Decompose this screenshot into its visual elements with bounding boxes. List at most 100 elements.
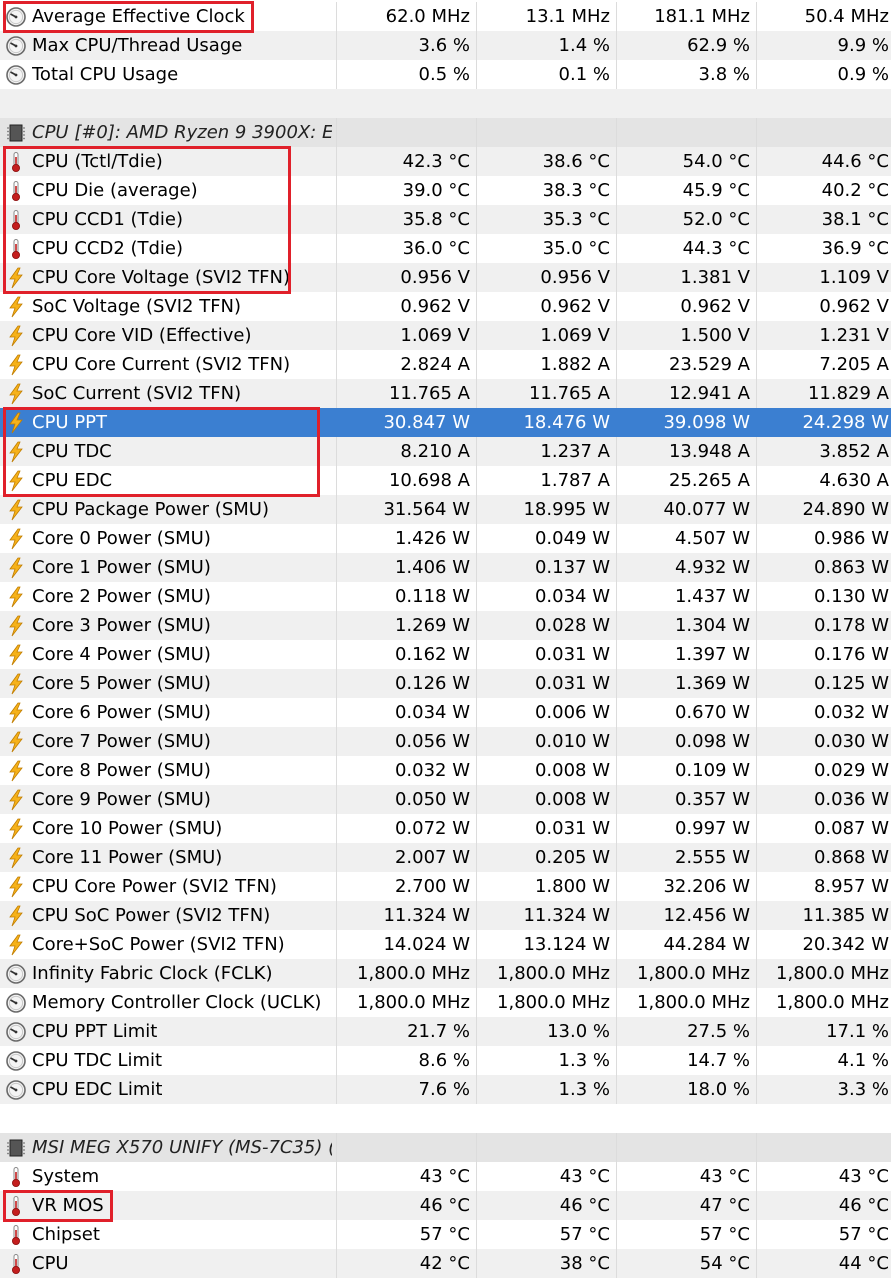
sensor-row-core-0-power-smu[interactable]: Core 0 Power (SMU) 1.426 W 0.049 W 4.507 W 0… [0,524,891,553]
lightning-bolt-icon [5,934,27,956]
sensor-name: CPU CCD1 (Tdie) [32,209,184,230]
sensor-name: CPU SoC Power (SVI2 TFN) [32,905,271,926]
average-value: 43 °C [838,1166,889,1187]
max-value: 39.098 W [663,412,750,433]
min-value: 18.476 W [523,412,610,433]
sensor-row-infinity-fabric-clock-fclk[interactable]: Infinity Fabric Clock (FCLK) 1,800.0 MHz 1… [0,959,891,988]
average-value: 3.852 A [819,441,889,462]
current-value: 43 °C [419,1166,470,1187]
sensor-name: SoC Current (SVI2 TFN) [32,383,242,404]
sensor-row-cpu-tctl-tdie[interactable]: CPU (Tctl/Tdie) 42.3 °C 38.6 °C 54.0 °C 44.6… [0,147,891,176]
sensor-row-core-soc-power-svi2-tfn[interactable]: Core+SoC Power (SVI2 TFN) 14.024 W 13.124 … [0,930,891,959]
lightning-bolt-icon [5,586,27,608]
min-value: 0.031 W [534,673,610,694]
current-value: 1,800.0 MHz [357,963,470,984]
average-value: 0.863 W [813,557,889,578]
sensor-row-vr-mos[interactable]: VR MOS 46 °C 46 °C 47 °C 46 °C [0,1191,891,1220]
sensor-row-core-1-power-smu[interactable]: Core 1 Power (SMU) 1.406 W 0.137 W 4.932 W 0… [0,553,891,582]
lightning-bolt-icon [5,557,27,579]
min-value: 1.4 % [558,35,610,56]
sensor-row-core-4-power-smu[interactable]: Core 4 Power (SMU) 0.162 W 0.031 W 1.397 W 0… [0,640,891,669]
sensor-row-cpu-die-average[interactable]: CPU Die (average) 39.0 °C 38.3 °C 45.9 °C 40… [0,176,891,205]
sensor-row-soc-voltage-svi2-tfn[interactable]: SoC Voltage (SVI2 TFN) 0.962 V 0.962 V 0.96… [0,292,891,321]
sensor-row-core-11-power-smu[interactable]: Core 11 Power (SMU) 2.007 W 0.205 W 2.555 W… [0,843,891,872]
sensor-row-cpu-soc-power-svi2-tfn[interactable]: CPU SoC Power (SVI2 TFN) 11.324 W 11.324 W… [0,901,891,930]
max-value: 52.0 °C [682,209,750,230]
min-value: 0.010 W [534,731,610,752]
min-value: 35.0 °C [542,238,610,259]
sensor-row-core-10-power-smu[interactable]: Core 10 Power (SMU) 0.072 W 0.031 W 0.997 W… [0,814,891,843]
sensor-row-cpu-tdc-limit[interactable]: CPU TDC Limit 8.6 % 1.3 % 14.7 % 4.1 % [0,1046,891,1075]
sensor-row-cpu-ccd1-tdie[interactable]: CPU CCD1 (Tdie) 35.8 °C 35.3 °C 52.0 °C 38.1… [0,205,891,234]
sensor-row-cpu-ccd2-tdie[interactable]: CPU CCD2 (Tdie) 36.0 °C 35.0 °C 44.3 °C 36.9… [0,234,891,263]
sensor-row-max-cpu-thread-usage[interactable]: Max CPU/Thread Usage 3.6 % 1.4 % 62.9 % 9.9 … [0,31,891,60]
average-value: 1,800.0 MHz [776,963,889,984]
min-value: 0.1 % [558,64,610,85]
chip-icon [5,1137,27,1159]
max-value: 23.529 A [668,354,750,375]
average-value: 0.125 W [813,673,889,694]
sensor-row-cpu[interactable]: CPU 42 °C 38 °C 54 °C 44 °C [0,1249,891,1278]
sensor-name: Chipset [32,1224,100,1245]
average-value: 0.962 V [819,296,889,317]
current-value: 1.406 W [394,557,470,578]
min-value: 38.6 °C [542,151,610,172]
sensor-name: Core 11 Power (SMU) [32,847,223,868]
thermometer-icon [5,151,27,173]
sensor-row-core-7-power-smu[interactable]: Core 7 Power (SMU) 0.056 W 0.010 W 0.098 W 0… [0,727,891,756]
sensor-row-average-effective-clock[interactable]: Average Effective Clock 62.0 MHz 13.1 MHz 1… [0,2,891,31]
current-value: 1,800.0 MHz [357,992,470,1013]
sensor-row-cpu-core-voltage-svi2-tfn[interactable]: CPU Core Voltage (SVI2 TFN) 0.956 V 0.956 … [0,263,891,292]
sensor-name: Core 7 Power (SMU) [32,731,211,752]
sensor-row-cpu-package-power-smu[interactable]: CPU Package Power (SMU) 31.564 W 18.995 W 4… [0,495,891,524]
clock-icon [5,6,27,28]
group-header[interactable]: CPU [#0]: AMD Ryzen 9 3900X: En... [0,118,891,147]
min-value: 0.031 W [534,818,610,839]
sensor-name: CPU Core Voltage (SVI2 TFN) [32,267,291,288]
current-value: 0.050 W [394,789,470,810]
current-value: 31.564 W [383,499,470,520]
sensor-row-cpu-tdc[interactable]: CPU TDC 8.210 A 1.237 A 13.948 A 3.852 A [0,437,891,466]
min-value: 11.324 W [523,905,610,926]
sensor-row-core-2-power-smu[interactable]: Core 2 Power (SMU) 0.118 W 0.034 W 1.437 W 0… [0,582,891,611]
sensor-row-system[interactable]: System 43 °C 43 °C 43 °C 43 °C [0,1162,891,1191]
lightning-bolt-icon [5,499,27,521]
average-value: 8.957 W [813,876,889,897]
current-value: 7.6 % [418,1079,470,1100]
group-header[interactable]: MSI MEG X570 UNIFY (MS-7C35) (... [0,1133,891,1162]
min-value: 1.787 A [540,470,610,491]
average-value: 40.2 °C [821,180,889,201]
max-value: 27.5 % [687,1021,750,1042]
max-value: 0.997 W [674,818,750,839]
sensor-row-cpu-edc-limit[interactable]: CPU EDC Limit 7.6 % 1.3 % 18.0 % 3.3 % [0,1075,891,1104]
sensor-row-cpu-core-current-svi2-tfn[interactable]: CPU Core Current (SVI2 TFN) 2.824 A 1.882 … [0,350,891,379]
sensor-row-core-8-power-smu[interactable]: Core 8 Power (SMU) 0.032 W 0.008 W 0.109 W 0… [0,756,891,785]
sensor-row-cpu-edc[interactable]: CPU EDC 10.698 A 1.787 A 25.265 A 4.630 A [0,466,891,495]
max-value: 18.0 % [687,1079,750,1100]
sensor-row-cpu-ppt-limit[interactable]: CPU PPT Limit 21.7 % 13.0 % 27.5 % 17.1 % [0,1017,891,1046]
current-value: 1.069 V [400,325,470,346]
sensor-row-soc-current-svi2-tfn[interactable]: SoC Current (SVI2 TFN) 11.765 A 11.765 A 12… [0,379,891,408]
min-value: 0.008 W [534,789,610,810]
sensor-row-cpu-ppt[interactable]: CPU PPT 30.847 W 18.476 W 39.098 W 24.298 W [0,408,891,437]
lightning-bolt-icon [5,412,27,434]
sensor-row-core-9-power-smu[interactable]: Core 9 Power (SMU) 0.050 W 0.008 W 0.357 W 0… [0,785,891,814]
min-value: 0.962 V [540,296,610,317]
sensor-row-core-3-power-smu[interactable]: Core 3 Power (SMU) 1.269 W 0.028 W 1.304 W 0… [0,611,891,640]
sensor-row-cpu-core-vid-effective[interactable]: CPU Core VID (Effective) 1.069 V 1.069 V 1.… [0,321,891,350]
current-value: 0.162 W [394,644,470,665]
max-value: 1.397 W [674,644,750,665]
clock-icon [5,992,27,1014]
sensor-row-core-5-power-smu[interactable]: Core 5 Power (SMU) 0.126 W 0.031 W 1.369 W 0… [0,669,891,698]
min-value: 0.205 W [534,847,610,868]
current-value: 14.024 W [383,934,470,955]
sensor-row-chipset[interactable]: Chipset 57 °C 57 °C 57 °C 57 °C [0,1220,891,1249]
sensor-row-cpu-core-power-svi2-tfn[interactable]: CPU Core Power (SVI2 TFN) 2.700 W 1.800 W 3… [0,872,891,901]
average-value: 11.385 W [802,905,889,926]
sensor-row-core-6-power-smu[interactable]: Core 6 Power (SMU) 0.034 W 0.006 W 0.670 W 0… [0,698,891,727]
average-value: 44 °C [838,1253,889,1274]
max-value: 1.437 W [674,586,750,607]
sensor-row-memory-controller-clock-uclk[interactable]: Memory Controller Clock (UCLK) 1,800.0 MH… [0,988,891,1017]
sensor-row-total-cpu-usage[interactable]: Total CPU Usage 0.5 % 0.1 % 3.8 % 0.9 % [0,60,891,89]
max-value: 62.9 % [687,35,750,56]
